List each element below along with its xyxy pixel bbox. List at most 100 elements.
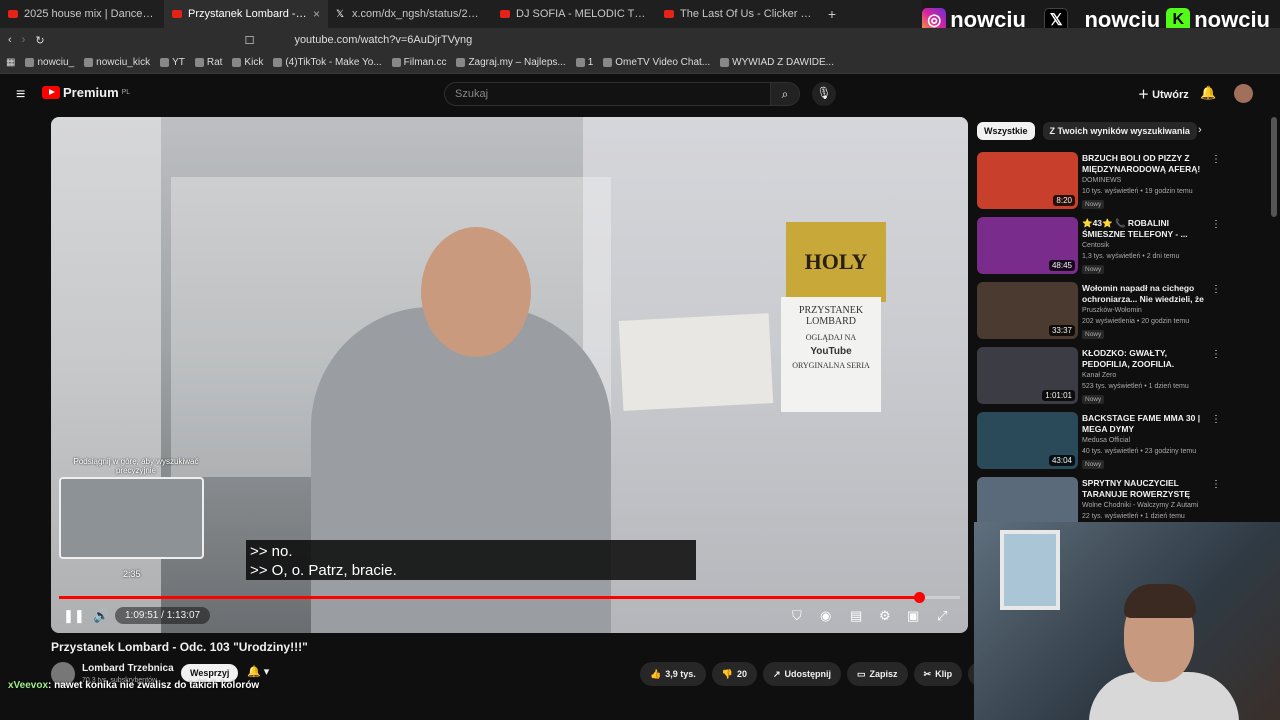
bookmark-icon [391, 58, 401, 67]
recommended-channel[interactable]: DOMINEWS [1082, 177, 1121, 184]
recommended-title[interactable]: BRZUCH BOLI OD PIZZY Z MIĘDZYNARODOWĄ AF… [1082, 153, 1206, 175]
volume-icon[interactable]: 🔊 [93, 608, 109, 624]
pause-icon[interactable]: ❚❚ [63, 608, 85, 624]
video-player[interactable]: HOLY PRZYSTANEK LOMBARD OGLĄDAJ NA YouTu… [51, 117, 968, 633]
recommended-title[interactable]: Wołomin napadł na cichego ochroniarza...… [1082, 283, 1206, 305]
search-input[interactable]: Szukaj [444, 82, 772, 106]
settings-icon[interactable]: ⚙ [879, 608, 891, 624]
recommended-video[interactable]: 33:37 Wołomin napadł na cichego ochroniar… [977, 282, 1221, 344]
bookmark-item[interactable]: YT [160, 57, 185, 68]
chevron-right-icon[interactable]: › [1198, 124, 1202, 136]
share-button[interactable]: ↗ Udostępnij [762, 662, 842, 686]
browser-tab[interactable]: 𝕏x.com/dx_ngsh/status/20374209037( [328, 0, 492, 28]
bookmark-item[interactable]: OmeTV Video Chat... [603, 57, 710, 68]
create-button[interactable]: ＋ Utwórz [1138, 86, 1189, 102]
clip-button[interactable]: ✂ Klip [913, 662, 963, 686]
video-thumbnail[interactable]: 8:20 [977, 152, 1078, 209]
video-thumbnail[interactable]: 48:45 [977, 217, 1078, 274]
notifications-icon[interactable]: 🔔 [1200, 85, 1216, 101]
more-vert-icon[interactable]: ⋮ [1211, 414, 1221, 425]
recommended-title[interactable]: BACKSTAGE FAME MMA 30 | MEGA DYMY [1082, 413, 1206, 435]
video-duration: 33:37 [1048, 325, 1075, 336]
back-icon[interactable]: ‹ [8, 34, 12, 46]
youtube-logo[interactable]: Premium PL [42, 85, 130, 100]
address-bar: ‹ › ↻ ☐ youtube.com/watch?v=6AuDjrTVyng [0, 28, 1280, 52]
bookmark-icon [720, 58, 730, 67]
url-field[interactable]: youtube.com/watch?v=6AuDjrTVyng [294, 34, 472, 46]
recommended-video[interactable]: 43:04 BACKSTAGE FAME MMA 30 | MEGA DYMY Me… [977, 412, 1221, 474]
recommended-channel[interactable]: Pruszków-Wołomin [1082, 307, 1142, 314]
new-badge: Nowy [1082, 200, 1105, 209]
new-tab-button[interactable]: + [820, 6, 844, 22]
bookmark-label: 1 [587, 57, 594, 68]
video-thumbnail[interactable]: 33:37 [977, 282, 1078, 339]
apps-icon[interactable]: ▦ [6, 57, 15, 68]
bookmark-icon [273, 58, 283, 67]
channel-name[interactable]: Lombard Trzebnica [82, 663, 174, 674]
browser-tab[interactable]: Przystanek Lombard - Odc. 1(× [164, 0, 328, 28]
close-icon[interactable]: × [313, 7, 320, 21]
more-vert-icon[interactable]: ⋮ [1211, 219, 1221, 230]
player-controls: ❚❚ 🔊 1:09:51 / 1:13:07 ⛉ ◉ ▤ ⚙ ▣ ⤢ [51, 603, 968, 633]
bookmark-icon [456, 58, 466, 67]
video-thumbnail[interactable]: 1:01:01 [977, 347, 1078, 404]
account-avatar[interactable] [1234, 84, 1253, 103]
notification-bell-icon[interactable]: 🔔 ▾ [247, 665, 269, 678]
bookmark-item[interactable]: Rat [194, 57, 222, 68]
like-button[interactable]: 👍 3,9 tys. [640, 662, 706, 686]
recommended-video[interactable]: 8:20 BRZUCH BOLI OD PIZZY Z MIĘDZYNARODOW… [977, 152, 1221, 214]
show-poster: PRZYSTANEK LOMBARD OGLĄDAJ NA YouTube OR… [781, 297, 881, 412]
tab-title: DJ SOFIA - MELODIC TECHNO & FUT [516, 8, 648, 20]
bookmark-label: OmeTV Video Chat... [615, 57, 711, 68]
bookmark-item[interactable]: (4)TikTok - Make Yo... [273, 57, 382, 68]
bookmark-item[interactable]: Zagraj.my – Najleps... [456, 57, 566, 68]
reload-icon[interactable]: ↻ [35, 34, 44, 47]
progress-bar[interactable] [59, 592, 960, 603]
more-vert-icon[interactable]: ⋮ [1211, 154, 1221, 165]
recommended-title[interactable]: SPRYTNY NAUCZYCIEL TARANUJE ROWERZYSTĘ P… [1082, 478, 1206, 500]
bookmark-icon [84, 58, 94, 67]
search-button[interactable]: ⌕ [770, 82, 800, 106]
bookmark-item[interactable]: nowciu_kick [84, 57, 150, 68]
video-title: Przystanek Lombard - Odc. 103 "Urodziny!… [51, 640, 308, 654]
more-vert-icon[interactable]: ⋮ [1211, 479, 1221, 490]
voice-search-button[interactable]: 🎙 [812, 82, 836, 106]
fullscreen-icon[interactable]: ⤢ [937, 608, 947, 624]
browser-tab[interactable]: 2025 house mix | Dance Bangers - Yo [0, 0, 164, 28]
video-thumbnail[interactable]: 43:04 [977, 412, 1078, 469]
recommended-video[interactable]: 1:01:01 KŁODZKO: GWAŁTY, PEDOFILIA, ZOOFI… [977, 347, 1221, 409]
bookmark-item[interactable]: Kick [232, 57, 263, 68]
recommended-channel[interactable]: Centosik [1082, 242, 1109, 249]
seek-hint: Podsiągnij w górę, aby wyszukiwać precyz… [73, 457, 199, 475]
recommended-channel[interactable]: Medusa Official [1082, 437, 1130, 444]
dislike-button[interactable]: 👎 20 [711, 662, 757, 686]
save-button[interactable]: ▭ Zapisz [847, 662, 908, 686]
scissors-icon: ✂ [923, 668, 932, 679]
subtitles-icon[interactable]: ▤ [850, 608, 862, 624]
bookmark-page-icon[interactable]: ☐ [245, 34, 255, 47]
bookmark-item[interactable]: 1 [575, 57, 594, 68]
bookmark-item[interactable]: WYWIAD Z DAWIDE... [720, 57, 834, 68]
bookmark-label: Filman.cc [403, 57, 447, 68]
tab-title: The Last Of Us - Clicker Sound Effect [680, 8, 812, 20]
filter-chip[interactable]: Wszystkie [977, 122, 1035, 140]
sponsor-shield-icon[interactable]: ⛉ [792, 608, 802, 624]
new-badge: Nowy [1082, 330, 1105, 339]
recommended-title[interactable]: KŁODZKO: GWAŁTY, PEDOFILIA, ZOOFILIA. WS… [1082, 348, 1206, 370]
filter-chip[interactable]: Z Twoich wyników wyszukiwania [1042, 122, 1197, 140]
miniplayer-icon[interactable]: ▣ [907, 608, 919, 624]
scrollbar[interactable] [1271, 117, 1277, 217]
recommended-title[interactable]: ⭐43⭐ 📞 ROBALINI ŚMIESZNE TELEFONY - ... [1082, 218, 1206, 240]
browser-tab[interactable]: The Last Of Us - Clicker Sound Effect [656, 0, 820, 28]
bookmark-item[interactable]: nowciu_ [25, 57, 74, 68]
recommended-video[interactable]: 48:45 ⭐43⭐ 📞 ROBALINI ŚMIESZNE TELEFONY -… [977, 217, 1221, 279]
more-vert-icon[interactable]: ⋮ [1211, 349, 1221, 360]
menu-icon[interactable]: ≡ [16, 86, 25, 104]
forward-icon[interactable]: › [22, 34, 26, 46]
bookmark-item[interactable]: Filman.cc [391, 57, 447, 68]
browser-tab[interactable]: DJ SOFIA - MELODIC TECHNO & FUT [492, 0, 656, 28]
more-vert-icon[interactable]: ⋮ [1211, 284, 1221, 295]
recommended-channel[interactable]: Kanał Zero [1082, 372, 1116, 379]
autoplay-icon[interactable]: ◉ [820, 608, 831, 624]
recommended-channel[interactable]: Wolne Chodniki - Walczymy Z Autami [1082, 502, 1198, 509]
